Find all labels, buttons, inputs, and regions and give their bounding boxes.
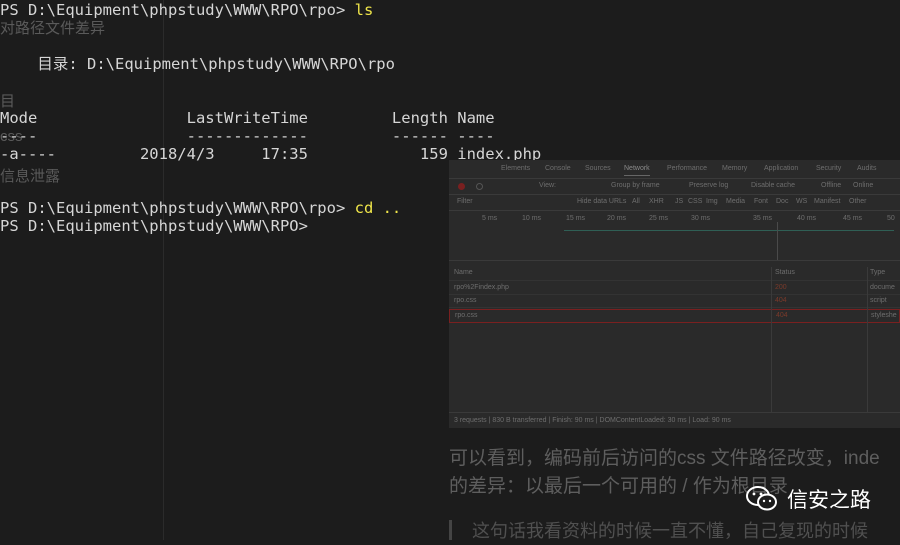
timeline-overview: 5 ms 10 ms 15 ms 20 ms 25 ms 30 ms 35 ms… [449, 210, 900, 261]
watermark-label: 信安之路 [787, 489, 871, 512]
tab-audits[interactable]: Audits [857, 165, 876, 172]
column-status[interactable]: Status [775, 269, 795, 276]
tick-label: 30 ms [691, 215, 711, 222]
clear-icon[interactable] [476, 183, 483, 190]
record-icon[interactable] [458, 183, 465, 190]
table-row[interactable]: rpo.css 404 script [449, 295, 900, 308]
request-status: 200 [775, 284, 787, 291]
terminal-line: PS D:\Equipment\phpstudy\WWW\RPO> [0, 217, 317, 235]
tab-sources[interactable]: Sources [585, 165, 611, 172]
tab-network[interactable]: Network [624, 165, 650, 176]
hide-data-urls-checkbox[interactable]: Hide data URLs [577, 198, 626, 205]
filter-ws[interactable]: WS [796, 198, 807, 205]
directory-label: 目录: D:\Equipment\phpstudy\WWW\RPO\rpo [0, 55, 395, 73]
filter-font[interactable]: Font [754, 198, 768, 205]
filter-all[interactable]: All [632, 198, 640, 205]
filter-doc[interactable]: Doc [776, 198, 788, 205]
filter-xhr[interactable]: XHR [649, 198, 664, 205]
terminal-line: PS D:\Equipment\phpstudy\WWW\RPO\rpo> cd… [0, 199, 401, 217]
article-line: 可以看到，编码前后访问的css 文件路径改变，inde [449, 448, 880, 469]
listing-header: Mode LastWriteTime Length Name [0, 109, 495, 127]
tick-label: 35 ms [753, 215, 773, 222]
background-heading: 信息泄露 [0, 168, 61, 185]
tab-console[interactable]: Console [545, 165, 571, 172]
filter-img[interactable]: Img [706, 198, 718, 205]
tick-label: 25 ms [649, 215, 669, 222]
tab-memory[interactable]: Memory [722, 165, 747, 172]
filter-bar: Filter Hide data URLs All XHR JS CSS Img… [449, 194, 900, 211]
offline-checkbox[interactable]: Offline [821, 182, 841, 189]
command: ls [354, 1, 374, 19]
status-summary: 3 requests | 830 B transferred | Finish:… [454, 417, 731, 424]
tick-label: 15 ms [566, 215, 586, 222]
tick-label: 10 ms [522, 215, 542, 222]
request-type: styleshe [871, 312, 897, 319]
terminal-line: PS D:\Equipment\phpstudy\WWW\RPO\rpo> ls [0, 1, 373, 19]
divider [163, 0, 164, 540]
wechat-icon [746, 486, 777, 511]
table-row[interactable]: rpo%2Findex.php 200 docume [449, 282, 900, 295]
column-divider [771, 267, 772, 412]
tick-label: 50 [887, 215, 895, 222]
filter-js[interactable]: JS [675, 198, 683, 205]
table-header: Name Status Type [449, 267, 900, 281]
network-toolbar: View: Group by frame Preserve log Disabl… [449, 178, 900, 195]
devtools-network-panel: Elements Console Sources Network Perform… [449, 160, 900, 428]
request-type: script [870, 297, 887, 304]
column-name[interactable]: Name [454, 269, 473, 276]
filter-css[interactable]: CSS [688, 198, 702, 205]
disable-cache-checkbox[interactable]: Disable cache [751, 182, 795, 189]
background-heading: 对路径文件差异 [0, 20, 106, 37]
request-name: rpo%2Findex.php [454, 284, 509, 291]
group-by-frame-checkbox[interactable]: Group by frame [611, 182, 660, 189]
preserve-log-checkbox[interactable]: Preserve log [689, 182, 728, 189]
table-row-selected[interactable]: rpo.css 404 styleshe [449, 309, 900, 323]
prompt: PS D:\Equipment\phpstudy\WWW\RPO> [0, 217, 318, 235]
prompt: PS D:\Equipment\phpstudy\WWW\RPO\rpo> [0, 199, 355, 217]
watermark: 信安之路 [745, 482, 871, 516]
tab-elements[interactable]: Elements [501, 165, 530, 172]
article-quote: 这句话我看资料的时候一直不懂，自己复现的时候 [472, 521, 868, 541]
timeline-bar [564, 230, 894, 231]
request-status: 404 [775, 297, 787, 304]
command: cd .. [354, 199, 402, 217]
filter-manifest[interactable]: Manifest [814, 198, 840, 205]
listing-underline: ---- ------------- ------ ---- [0, 127, 495, 145]
tab-performance[interactable]: Performance [667, 165, 707, 172]
devtools-tabs: Elements Console Sources Network Perform… [449, 160, 900, 179]
tick-label: 5 ms [482, 215, 498, 222]
column-type[interactable]: Type [870, 269, 885, 276]
quote-bar [449, 520, 452, 540]
filter-input[interactable]: Filter [457, 198, 473, 205]
prompt: PS D:\Equipment\phpstudy\WWW\RPO\rpo> [0, 1, 355, 19]
filter-other[interactable]: Other [849, 198, 867, 205]
background-text: 目 [0, 93, 16, 110]
online-select[interactable]: Online [853, 182, 873, 189]
tick-label: 20 ms [607, 215, 627, 222]
timeline-marker [777, 222, 778, 260]
filter-media[interactable]: Media [726, 198, 745, 205]
request-name: rpo.css [455, 312, 478, 319]
tab-security[interactable]: Security [816, 165, 841, 172]
network-status-bar: 3 requests | 830 B transferred | Finish:… [449, 412, 900, 428]
tick-label: 40 ms [797, 215, 817, 222]
view-label: View: [539, 182, 556, 189]
request-type: docume [870, 284, 895, 291]
request-status: 404 [776, 312, 788, 319]
tick-label: 45 ms [843, 215, 863, 222]
request-name: rpo.css [454, 297, 477, 304]
column-divider [867, 267, 868, 412]
tab-application[interactable]: Application [764, 165, 798, 172]
